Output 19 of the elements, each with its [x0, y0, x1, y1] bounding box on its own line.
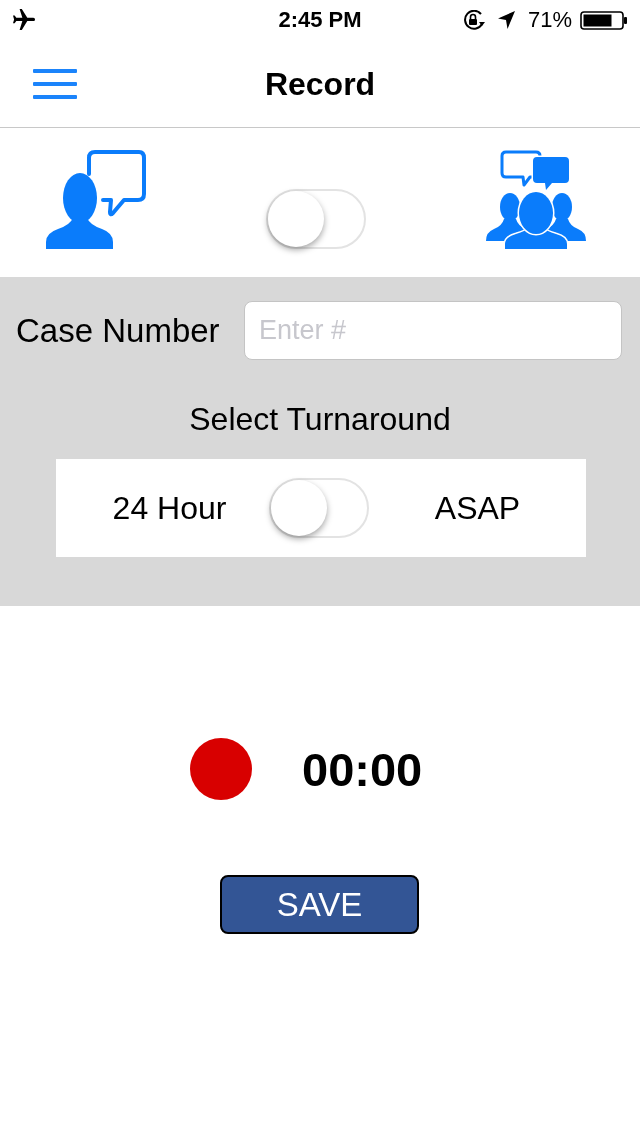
turnaround-option-label: ASAP — [434, 492, 521, 524]
rotation-lock-icon — [461, 10, 487, 30]
location-arrow-icon — [497, 11, 515, 29]
turnaround-option-label: 24 Hour — [112, 492, 227, 524]
case-number-field[interactable]: Enter # — [244, 301, 622, 360]
group-speech-icon — [486, 150, 586, 249]
person-speech-icon — [46, 150, 146, 249]
screen-title: Record — [264, 67, 376, 100]
airplane-icon — [12, 9, 36, 31]
menu-icon[interactable] — [33, 67, 77, 100]
case-number-label: Case Number — [16, 314, 220, 347]
recording-timer: 00:00 — [302, 745, 423, 793]
battery-icon — [580, 10, 628, 30]
battery-percent: 71% — [527, 9, 572, 31]
toggle-switch[interactable] — [266, 189, 366, 249]
toggle-switch[interactable] — [269, 478, 369, 538]
save-button[interactable]: SAVE — [220, 875, 419, 934]
status-time: 2:45 PM — [278, 9, 362, 31]
turnaround-title: Select Turnaround — [189, 403, 451, 435]
